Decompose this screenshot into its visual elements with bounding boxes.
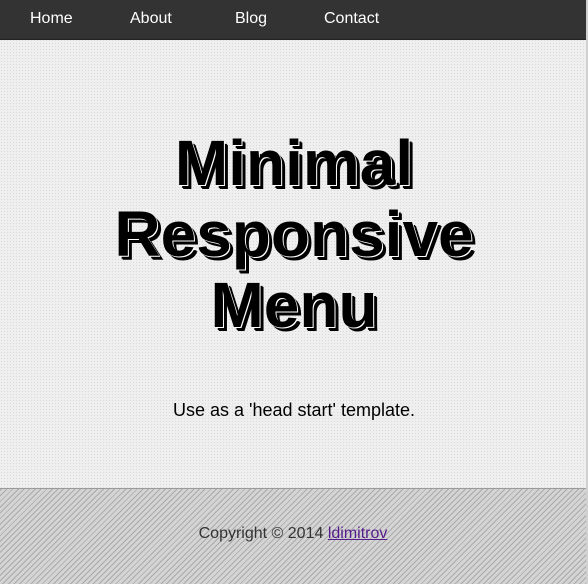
hero-title-line-3: Menu [210,269,378,341]
footer-copyright: Copyright © 2014 ldimitrov [0,525,586,543]
nav-about-link[interactable]: About [130,0,172,39]
copyright-text: Copyright © 2014 [198,525,328,542]
nav-blog-link[interactable]: Blog [235,0,267,39]
hero-title-line-1: Minimal [174,127,414,199]
footer: Copyright © 2014 ldimitrov [0,488,586,584]
nav-home-link[interactable]: Home [30,0,73,39]
hero-title-line-2: Responsive [114,198,474,270]
top-nav-bar: Home About Blog Contact [0,0,586,40]
author-link[interactable]: ldimitrov [328,525,388,542]
nav-contact-link[interactable]: Contact [324,0,379,39]
hero-title: Minimal Responsive Menu [0,128,588,341]
hero-subtitle: Use as a 'head start' template. [173,400,415,420]
page: Home About Blog Contact Minimal Responsi… [0,0,588,584]
